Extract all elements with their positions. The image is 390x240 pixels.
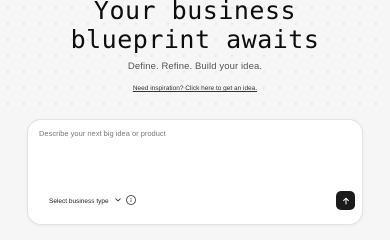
background-dot <box>87 103 89 105</box>
idea-composer-card: Select business type <box>27 119 363 225</box>
title-line-1: Your business <box>93 0 297 25</box>
background-dot <box>279 103 281 105</box>
background-dot <box>39 103 41 105</box>
idea-input[interactable] <box>39 129 339 179</box>
background-dot <box>247 103 249 105</box>
background-dot <box>23 103 25 105</box>
business-type-select[interactable]: Select business type <box>49 194 121 208</box>
background-dot <box>247 55 249 57</box>
background-dot <box>87 55 89 57</box>
inspiration-link-row: Need inspiration? Click here to get an i… <box>0 85 390 92</box>
background-dot <box>295 55 297 57</box>
background-dot <box>199 55 201 57</box>
background-dot <box>359 55 361 57</box>
background-dot <box>327 103 329 105</box>
background-dot <box>215 55 217 57</box>
background-dot <box>343 103 345 105</box>
background-dot <box>375 103 377 105</box>
background-dot <box>167 55 169 57</box>
page-title: Your business blueprint awaits <box>0 0 390 54</box>
background-dot <box>119 103 121 105</box>
background-dot <box>103 55 105 57</box>
background-dot <box>311 55 313 57</box>
background-dot <box>135 103 137 105</box>
background-dot <box>23 55 25 57</box>
background-dot <box>151 103 153 105</box>
background-dot <box>311 103 313 105</box>
background-dot <box>327 55 329 57</box>
background-dot <box>375 55 377 57</box>
background-dot <box>263 55 265 57</box>
chevron-down-icon <box>114 198 121 204</box>
submit-button[interactable] <box>336 191 355 210</box>
background-dot <box>39 55 41 57</box>
background-dot <box>263 103 265 105</box>
background-dot <box>215 103 217 105</box>
background-dot <box>151 55 153 57</box>
inspiration-link[interactable]: Need inspiration? Click here to get an i… <box>133 85 257 92</box>
background-dot <box>231 55 233 57</box>
background-dot <box>7 103 9 105</box>
background-dot <box>183 103 185 105</box>
title-line-2: blueprint awaits <box>70 25 320 54</box>
background-dot <box>103 103 105 105</box>
background-dot <box>55 103 57 105</box>
background-dot <box>71 103 73 105</box>
business-type-label: Select business type <box>49 197 109 205</box>
info-icon[interactable] <box>126 195 136 205</box>
background-dot <box>199 103 201 105</box>
background-dot <box>343 55 345 57</box>
background-dot <box>71 55 73 57</box>
arrow-up-icon <box>342 197 349 204</box>
background-dot <box>295 103 297 105</box>
background-dot <box>135 55 137 57</box>
background-dot <box>55 55 57 57</box>
background-dot <box>359 103 361 105</box>
background-dot <box>119 55 121 57</box>
subtitle: Define. Refine. Build your idea. <box>127 61 263 72</box>
background-dot <box>7 55 9 57</box>
background-dot <box>231 103 233 105</box>
background-dot <box>279 55 281 57</box>
background-dot <box>183 55 185 57</box>
background-dot <box>167 103 169 105</box>
